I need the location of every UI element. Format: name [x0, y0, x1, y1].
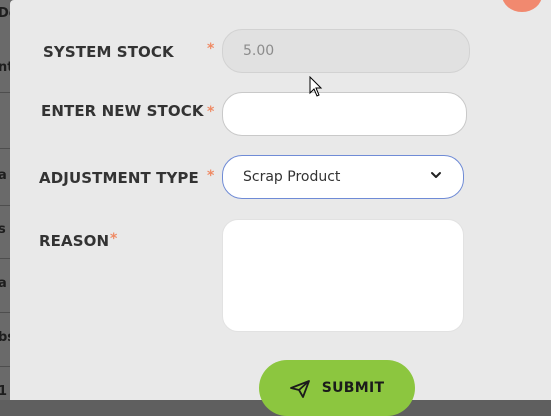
required-mark: * [207, 104, 215, 120]
adjustment-type-select[interactable]: Scrap Product [222, 155, 464, 199]
required-mark: * [207, 168, 215, 184]
required-mark: * [207, 41, 215, 57]
background-text: 1 [0, 384, 8, 399]
chevron-down-icon [429, 168, 443, 186]
background-text: s [0, 222, 6, 237]
system-stock-value: 5.00 [243, 43, 275, 59]
background-text: a [0, 168, 7, 183]
new-stock-input[interactable] [222, 92, 467, 136]
mouse-cursor-icon [309, 76, 323, 97]
submit-button[interactable]: SUBMIT [259, 360, 415, 416]
close-icon[interactable] [502, 0, 542, 12]
stock-adjustment-modal: SYSTEM STOCK * 5.00 ENTER NEW STOCK * AD… [10, 0, 551, 416]
reason-label: REASON [39, 232, 110, 250]
submit-label: SUBMIT [321, 380, 385, 396]
background-text: a [0, 276, 7, 291]
adjustment-type-label: ADJUSTMENT TYPE [39, 169, 199, 187]
new-stock-label: ENTER NEW STOCK [41, 102, 204, 120]
paper-plane-icon [289, 380, 310, 402]
system-stock-label: SYSTEM STOCK [43, 43, 174, 61]
reason-textarea[interactable] [222, 219, 464, 332]
adjustment-type-value: Scrap Product [243, 169, 341, 185]
required-mark: * [110, 231, 118, 247]
system-stock-field: 5.00 [222, 29, 470, 73]
